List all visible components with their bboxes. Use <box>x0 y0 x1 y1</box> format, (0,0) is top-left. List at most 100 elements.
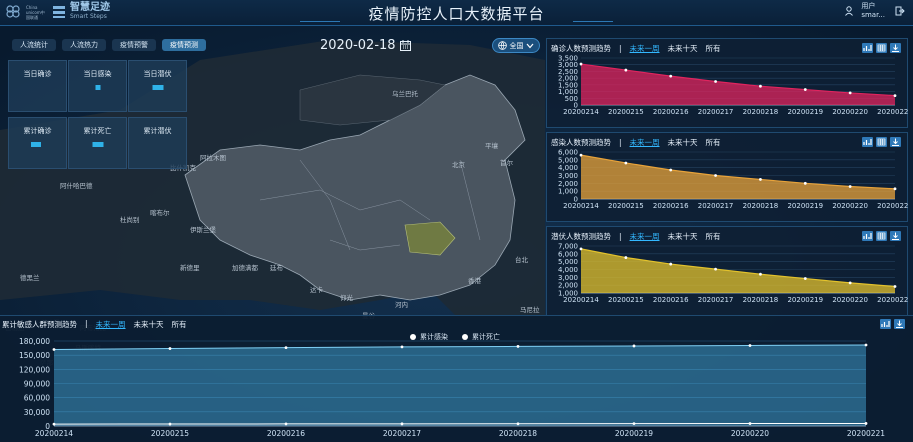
map-label: 加德满都 <box>232 263 259 272</box>
map-label: 马尼拉 <box>520 305 540 314</box>
data-point[interactable] <box>516 345 520 348</box>
x-tick-label: 20200214 <box>563 202 599 210</box>
download-icon[interactable] <box>890 137 901 147</box>
region-selector[interactable]: 全国 <box>492 38 540 53</box>
data-point[interactable] <box>893 94 897 97</box>
download-icon[interactable] <box>890 43 901 53</box>
data-point[interactable] <box>864 422 868 425</box>
data-point[interactable] <box>400 345 404 349</box>
x-tick-label: 20200215 <box>151 429 189 438</box>
data-point[interactable] <box>864 343 868 347</box>
data-point[interactable] <box>168 422 172 426</box>
stat-label: 累计潜伏 <box>143 127 172 135</box>
page-title: 疫情防控人口大数据平台 <box>368 5 545 23</box>
data-point[interactable] <box>893 285 897 288</box>
map-label: 首尔 <box>500 158 514 167</box>
filter-all-link[interactable]: 所有 <box>172 319 187 330</box>
table-icon[interactable] <box>876 231 887 241</box>
user-info[interactable]: 用户 smar... <box>861 2 885 20</box>
data-point[interactable] <box>284 346 288 350</box>
map-label: 乌兰巴托 <box>392 89 419 98</box>
stat-total-latent: 累计潜伏 <box>128 117 187 169</box>
latent-trend-chart: 1,0002,0003,0004,0005,0006,0007,00020200… <box>558 243 909 305</box>
separator: | <box>619 44 622 53</box>
download-icon[interactable] <box>894 319 905 329</box>
x-tick-label: 20200215 <box>608 108 644 116</box>
data-point[interactable] <box>748 344 752 347</box>
data-point[interactable] <box>168 347 172 350</box>
data-point[interactable] <box>284 422 288 426</box>
map-label: 台北 <box>515 255 529 264</box>
stat-bar <box>95 85 100 90</box>
data-point[interactable] <box>759 84 762 88</box>
map-label: 廷布 <box>270 263 284 272</box>
title-decoration-right <box>573 18 613 22</box>
user-icon[interactable] <box>845 6 853 16</box>
y-tick-label: 60,000 <box>24 394 50 403</box>
data-point[interactable] <box>669 168 673 172</box>
data-point[interactable] <box>669 262 673 266</box>
data-point[interactable] <box>579 153 583 157</box>
data-point[interactable] <box>759 178 762 181</box>
download-icon[interactable] <box>890 231 901 241</box>
data-point[interactable] <box>893 187 897 191</box>
series-line <box>53 422 867 425</box>
tab-epidemic-forecast[interactable]: 疫情预测 <box>162 39 206 51</box>
data-point[interactable] <box>400 422 404 426</box>
bar-chart-icon[interactable] <box>880 319 891 329</box>
data-point[interactable] <box>803 277 807 280</box>
y-tick-label: 150,000 <box>19 351 50 360</box>
data-point[interactable] <box>803 181 807 185</box>
filter-ten-days-link[interactable]: 未来十天 <box>134 319 164 330</box>
date-picker[interactable]: 2020-02-18 <box>320 38 411 53</box>
data-point[interactable] <box>714 267 717 271</box>
data-point[interactable] <box>669 74 673 78</box>
table-icon[interactable] <box>876 43 887 53</box>
data-point[interactable] <box>714 80 717 83</box>
tab-traffic-heatmap[interactable]: 人流热力 <box>62 39 106 51</box>
data-point[interactable] <box>516 422 520 426</box>
data-point[interactable] <box>632 422 636 426</box>
infected-trend-chart: 01,0002,0003,0004,0005,0006,00020200214 2… <box>558 149 909 211</box>
data-point[interactable] <box>748 422 752 425</box>
data-point[interactable] <box>579 247 583 251</box>
data-point[interactable] <box>759 272 762 276</box>
table-icon[interactable] <box>876 137 887 147</box>
y-tick-label: 4,000 <box>558 164 578 172</box>
data-point[interactable] <box>624 161 628 165</box>
data-point[interactable] <box>624 256 628 259</box>
logout-icon[interactable] <box>895 6 905 16</box>
series-area <box>54 345 866 426</box>
x-tick-label: 20200216 <box>267 429 305 438</box>
bar-chart-icon[interactable] <box>862 231 873 241</box>
data-point[interactable] <box>632 344 636 348</box>
tab-epidemic-warning[interactable]: 疫情预警 <box>112 39 156 51</box>
x-tick-label: 20200215 <box>608 202 644 210</box>
data-point[interactable] <box>848 281 852 285</box>
confirmed-trend-chart: 05001,0001,5002,0002,5003,0003,500202002… <box>558 55 909 117</box>
bar-chart-icon[interactable] <box>862 137 873 147</box>
data-point[interactable] <box>803 88 807 91</box>
data-point[interactable] <box>714 174 717 177</box>
separator: | <box>619 138 622 147</box>
x-tick-label: 20200221 <box>877 108 909 116</box>
data-point[interactable] <box>624 68 628 72</box>
cumulative-trend-panel: 累计敏感人群预测趋势 | 未来一周 未来十天 所有 累计感染 累计死亡 0 30,… <box>0 315 913 442</box>
title-decoration-left <box>300 18 340 22</box>
data-point[interactable] <box>52 422 56 426</box>
data-point[interactable] <box>52 348 56 351</box>
tab-traffic-stats[interactable]: 人流统计 <box>12 39 56 51</box>
series-area <box>581 248 895 293</box>
y-tick-label: 2,000 <box>558 180 578 188</box>
data-point[interactable] <box>848 185 852 188</box>
globe-icon <box>498 41 507 50</box>
stat-label: 当日感染 <box>83 70 112 78</box>
map-label: 仰光 <box>340 293 354 302</box>
x-tick-label: 20200220 <box>832 296 868 304</box>
filter-week-link[interactable]: 未来一周 <box>96 319 126 330</box>
calendar-icon[interactable] <box>399 40 411 51</box>
data-point[interactable] <box>579 62 583 66</box>
bar-chart-icon[interactable] <box>862 43 873 53</box>
data-point[interactable] <box>848 91 852 95</box>
stat-daily-latent: 当日潜伏 <box>128 60 187 112</box>
